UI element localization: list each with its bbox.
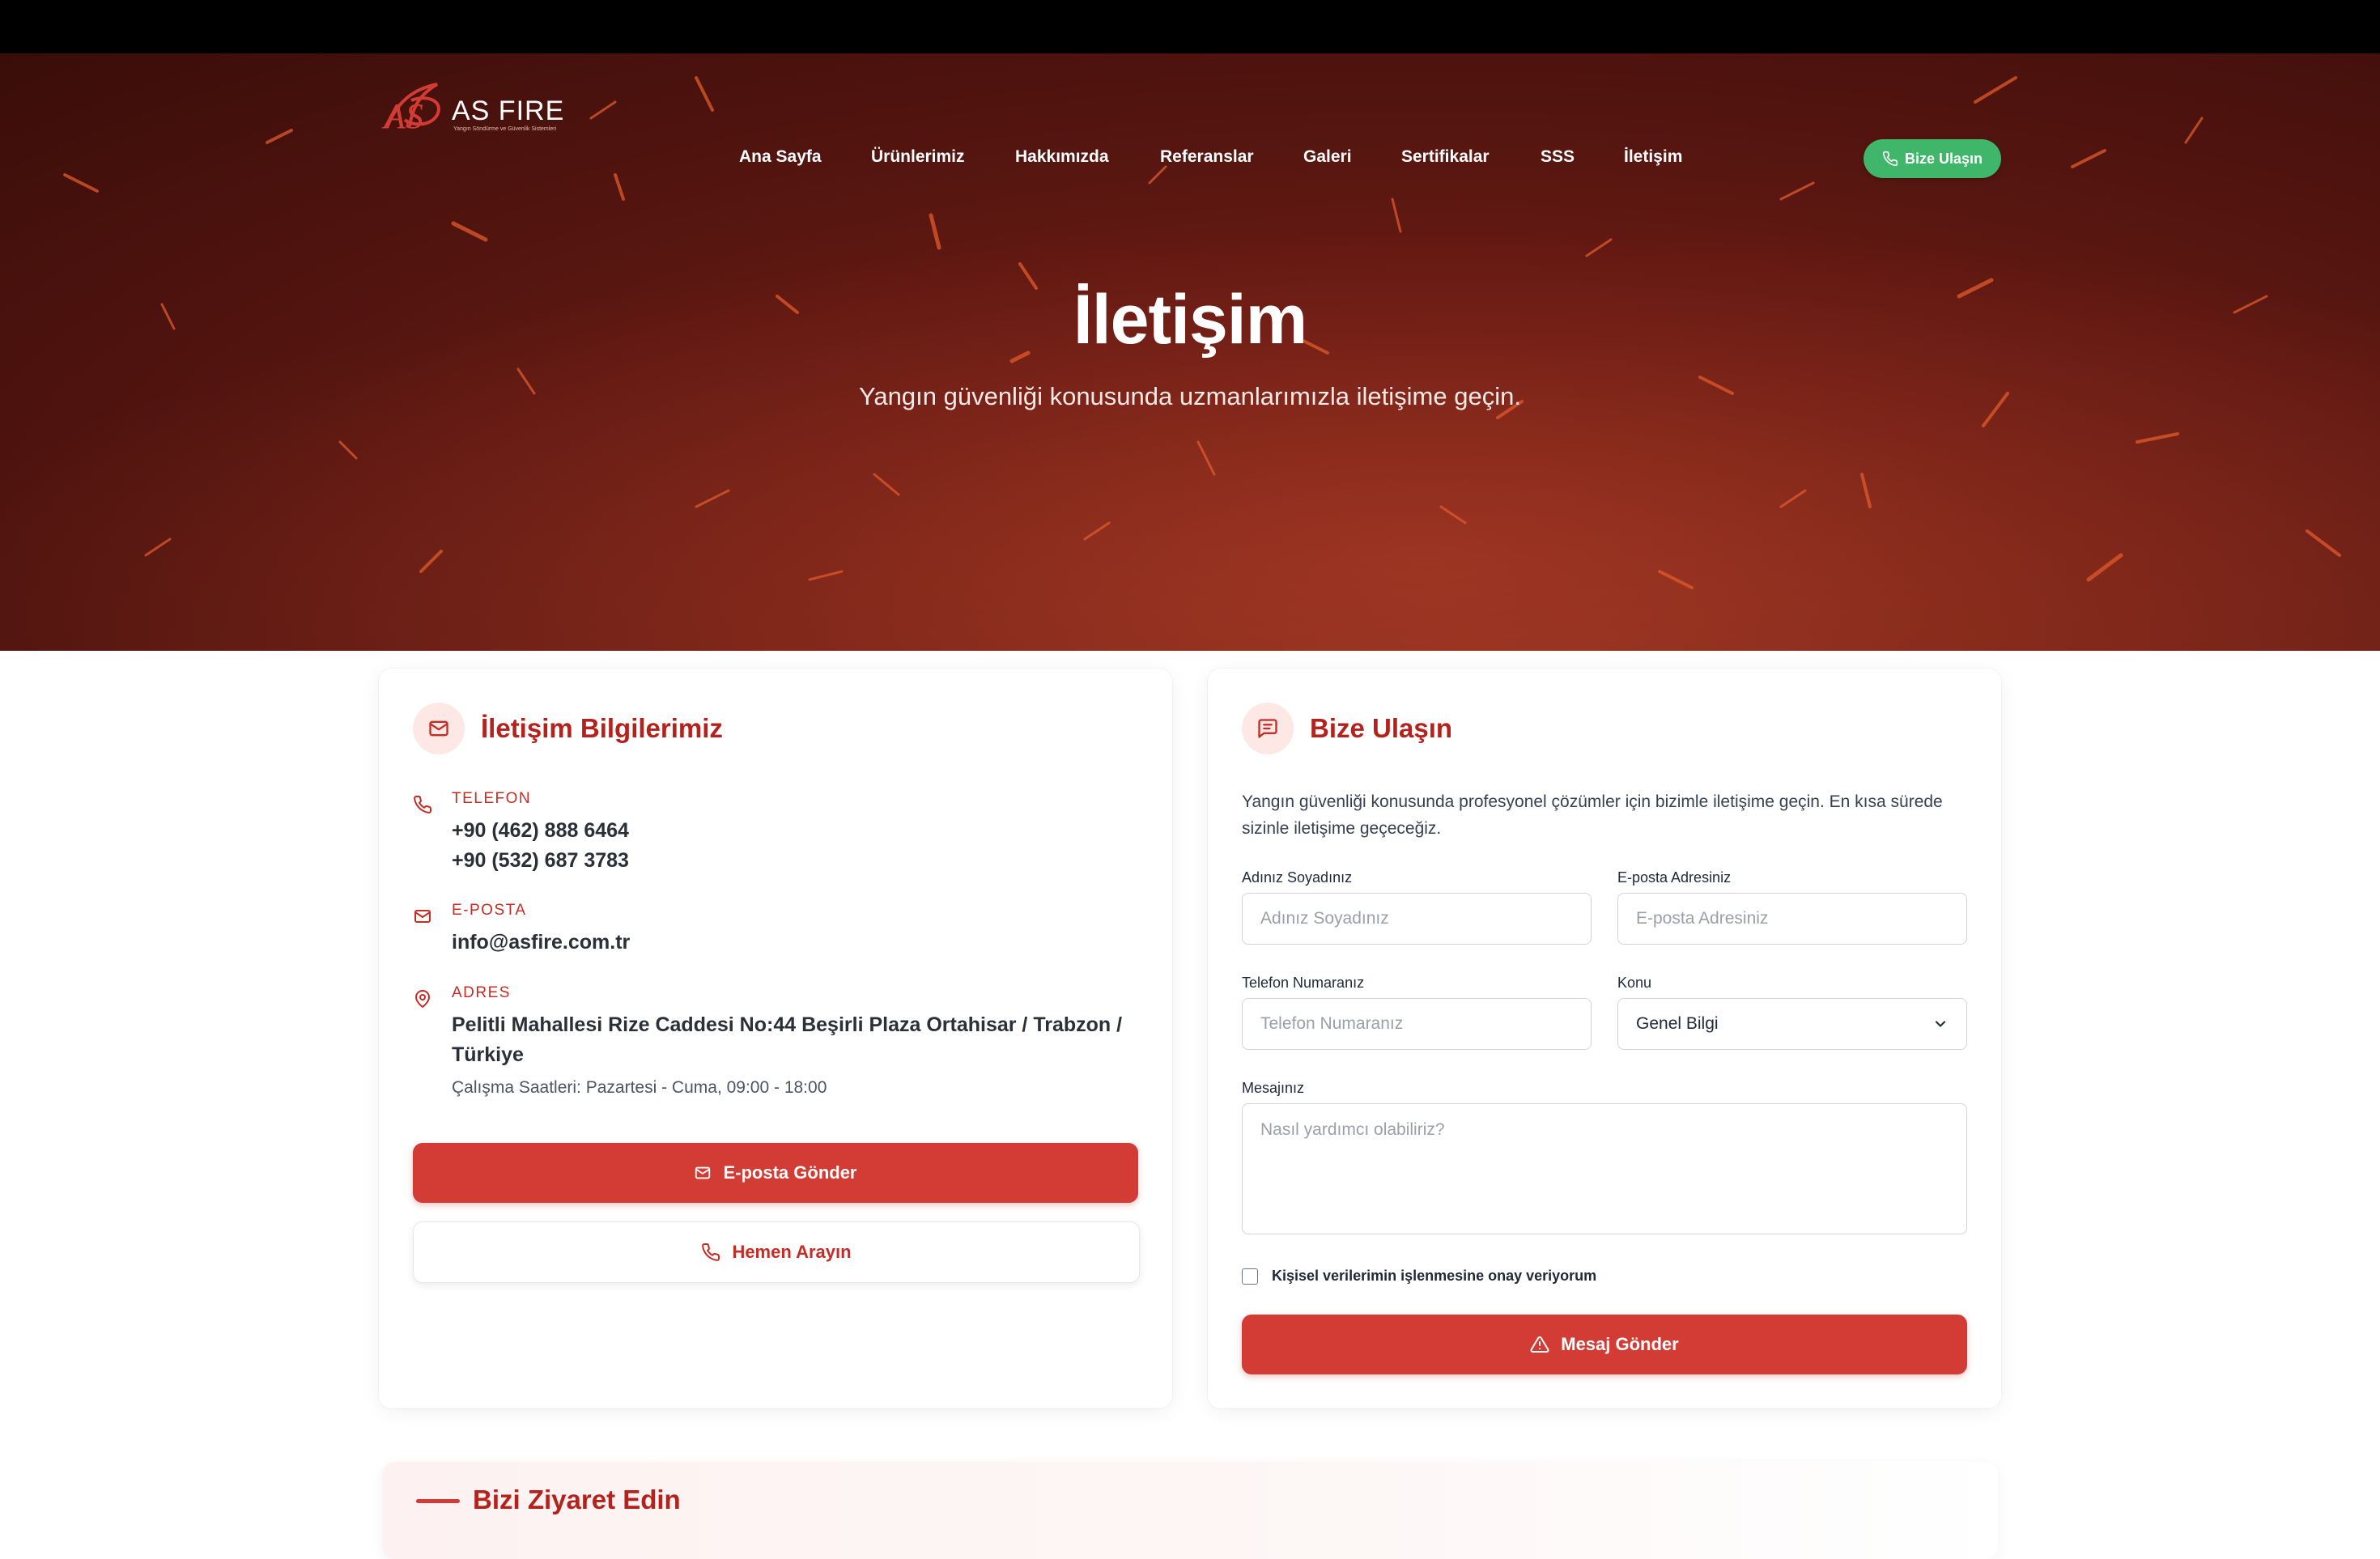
name-input[interactable]: Adınız Soyadınız [1242,893,1592,945]
nav-item-iletisim[interactable]: İletişim [1624,147,1682,167]
address-line-1: Pelitli Mahallesi Rize Caddesi No:44 Beş… [452,1013,1123,1036]
warning-icon [1530,1336,1549,1353]
visit-us-title: Bizi Ziyaret Edin [473,1485,681,1514]
call-now-label: Hemen Arayın [732,1242,852,1262]
message-textarea[interactable]: Nasıl yardımcı olabiliriz? [1242,1103,1967,1234]
address-line-2: Türkiye [452,1043,524,1066]
contact-cta-button[interactable]: Bize Ulaşın [1864,139,2001,178]
email-field-label: E-posta Adresiniz [1617,869,1732,886]
phone-field-label: Telefon Numaranız [1242,975,1365,991]
address-label: ADRES [452,984,511,1001]
send-message-label: Mesaj Gönder [1561,1334,1679,1354]
svg-text:AS: AS [381,96,423,134]
nav-item-hakkimizda[interactable]: Hakkımızda [1015,147,1109,167]
phone-input[interactable]: Telefon Numaranız [1242,998,1592,1050]
name-label: Adınız Soyadınız [1242,869,1353,886]
brand-name: AS FIRE [452,96,565,126]
nav-item-urunlerimiz[interactable]: Ürünlerimiz [871,147,965,167]
contact-form-title: Bize Ulaşın [1310,713,1453,743]
main-navigation: AS AS FIRE Yangın Söndürme ve Güvenlik S… [0,53,2380,178]
working-hours: Çalışma Saatleri: Pazartesi - Cuma, 09:0… [452,1078,827,1097]
nav-item-referanslar[interactable]: Referanslar [1160,147,1254,167]
message-icon [1242,703,1294,754]
phone-number-1[interactable]: +90 (462) 888 6464 [452,819,629,843]
brand-tagline: Yangın Söndürme ve Güvenlik Sistemleri [453,126,557,132]
browser-top-bar [0,0,2380,53]
nav-item-ana-sayfa[interactable]: Ana Sayfa [739,147,822,167]
phone-number-2[interactable]: +90 (532) 687 3783 [452,849,629,873]
phone-icon [414,795,432,813]
nav-item-sss[interactable]: SSS [1541,147,1575,167]
as-fire-logo-mark: AS [381,83,440,134]
phone-icon [1882,151,1898,167]
page-subtitle: Yangın güvenliği konusunda uzmanlarımızl… [859,382,1521,410]
send-email-label: E-posta Gönder [723,1162,857,1183]
form-intro-text: Yangın güvenliği konusunda profesyonel ç… [1242,792,1943,838]
email-address[interactable]: info@asfire.com.tr [452,931,630,954]
email-input[interactable]: E-posta Adresiniz [1617,893,1967,945]
nav-item-galeri[interactable]: Galeri [1303,147,1352,167]
visit-us-section: Bizi Ziyaret Edin [382,1462,1998,1559]
consent-checkbox[interactable] [1242,1268,1258,1285]
contact-form-header: Bize Ulaşın [1242,703,1452,754]
nav-item-sertifikalar[interactable]: Sertifikalar [1401,147,1490,167]
chevron-down-icon [1935,1021,1946,1027]
subject-select[interactable]: Genel Bilgi [1617,998,1967,1050]
contact-info-header: İletişim Bilgilerimiz [413,703,723,754]
contact-form-card: Bize Ulaşın Yangın güvenliği konusunda p… [1208,669,2001,1408]
consent-label[interactable]: Kişisel verilerimin işlenmesine onay ver… [1272,1268,1596,1285]
subject-selected-value: Genel Bilgi [1636,1014,1719,1033]
email-label: E-POSTA [452,902,527,919]
hero-section: AS AS FIRE Yangın Söndürme ve Güvenlik S… [0,53,2380,651]
message-label: Mesajınız [1242,1080,1305,1096]
phone-icon [702,1243,720,1261]
contact-info-card: İletişim Bilgilerimiz TELEFON +90 (462) … [379,669,1172,1408]
call-now-button[interactable]: Hemen Arayın [413,1221,1140,1283]
section-accent-bar [416,1499,460,1503]
send-message-button[interactable]: Mesaj Gönder [1242,1315,1967,1374]
mail-icon [413,703,465,754]
map-pin-icon [415,990,430,1008]
subject-label: Konu [1617,975,1652,991]
mail-icon [414,910,431,923]
mail-icon [695,1166,711,1179]
asfire-logo[interactable]: AS AS FIRE Yangın Söndürme ve Güvenlik S… [380,78,575,142]
page-title: İletişim [1073,281,1307,359]
send-email-button[interactable]: E-posta Gönder [413,1143,1138,1203]
contact-info-title: İletişim Bilgilerimiz [481,713,723,743]
contact-cta-label: Bize Ulaşın [1904,150,1983,167]
phone-label: TELEFON [452,790,532,807]
